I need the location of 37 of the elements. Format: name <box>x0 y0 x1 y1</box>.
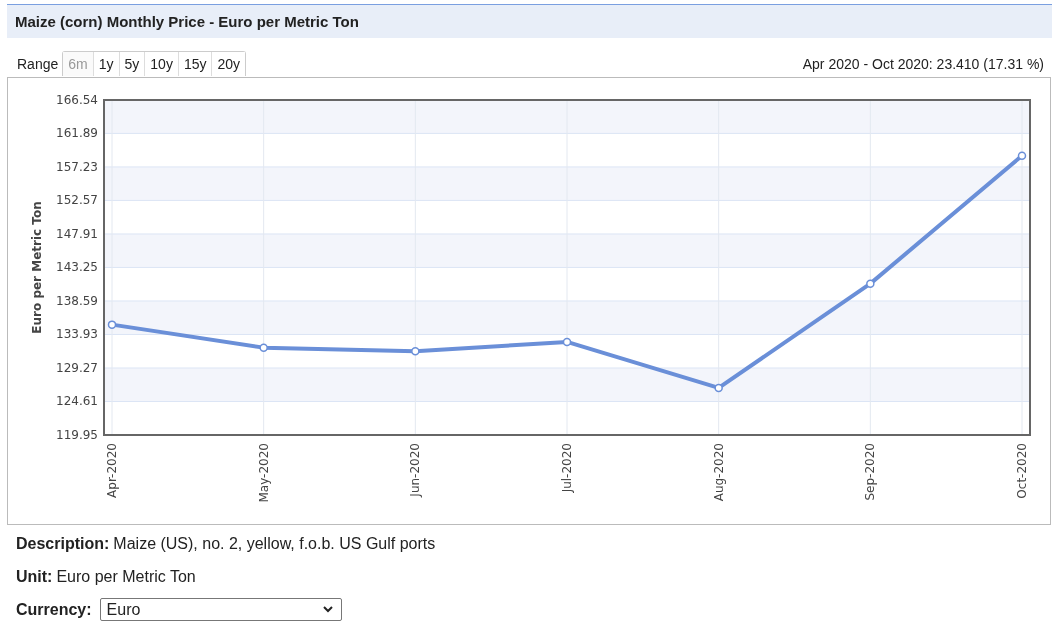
detail-label: Unit: <box>16 568 53 585</box>
detail-value: Maize (US), no. 2, yellow, f.o.b. US Gulf ports <box>113 535 436 552</box>
data-point <box>107 320 117 329</box>
x-tick-label: Oct-2020 <box>1015 443 1029 499</box>
y-tick-label: 166.54 <box>56 93 98 107</box>
data-point <box>1017 151 1027 160</box>
y-tick-label: 157.23 <box>56 159 98 174</box>
data-point <box>562 337 572 347</box>
y-tick-label: 147.91 <box>56 226 98 241</box>
y-tick-label: 129.27 <box>56 361 98 375</box>
x-tick-label: May-2020 <box>256 443 271 503</box>
data-point <box>714 383 723 393</box>
y-tick-label: 124.61 <box>56 394 98 409</box>
y-tick-label: 138.59 <box>56 293 98 308</box>
currency-select[interactable]: Euro <box>99 598 342 621</box>
range-button[interactable]: 20y <box>211 52 246 76</box>
change-summary: Apr 2020 - Oct 2020: 23.410 (17.31 %) <box>802 56 1044 74</box>
caret-icon <box>322 606 333 613</box>
currency-label: Currency: <box>16 600 92 619</box>
y-tick-label: 143.25 <box>56 260 98 275</box>
detail-value: Euro per Metric Ton <box>56 568 196 585</box>
chart-title: Maize (corn) Monthly Price - Euro per Metric Ton <box>15 13 359 30</box>
y-axis-title: Euro per Metric Ton <box>30 201 44 334</box>
y-tick-label: 152.57 <box>56 193 98 208</box>
data-point <box>866 279 875 288</box>
x-tick-label: Jul-2020 <box>560 443 574 493</box>
range-label: Range <box>17 55 59 72</box>
y-tick-label: 133.93 <box>56 327 98 342</box>
data-point <box>259 343 268 352</box>
y-tick-label: 119.95 <box>56 428 98 442</box>
x-tick-label: Jun-2020 <box>408 443 423 497</box>
y-tick-label: 161.89 <box>56 126 98 141</box>
x-tick-label: Aug-2020 <box>711 443 726 502</box>
data-point <box>411 347 420 356</box>
detail-label: Description: <box>16 535 110 552</box>
x-tick-label: Sep-2020 <box>863 443 878 501</box>
x-tick-label: Apr-2020 <box>105 443 119 498</box>
